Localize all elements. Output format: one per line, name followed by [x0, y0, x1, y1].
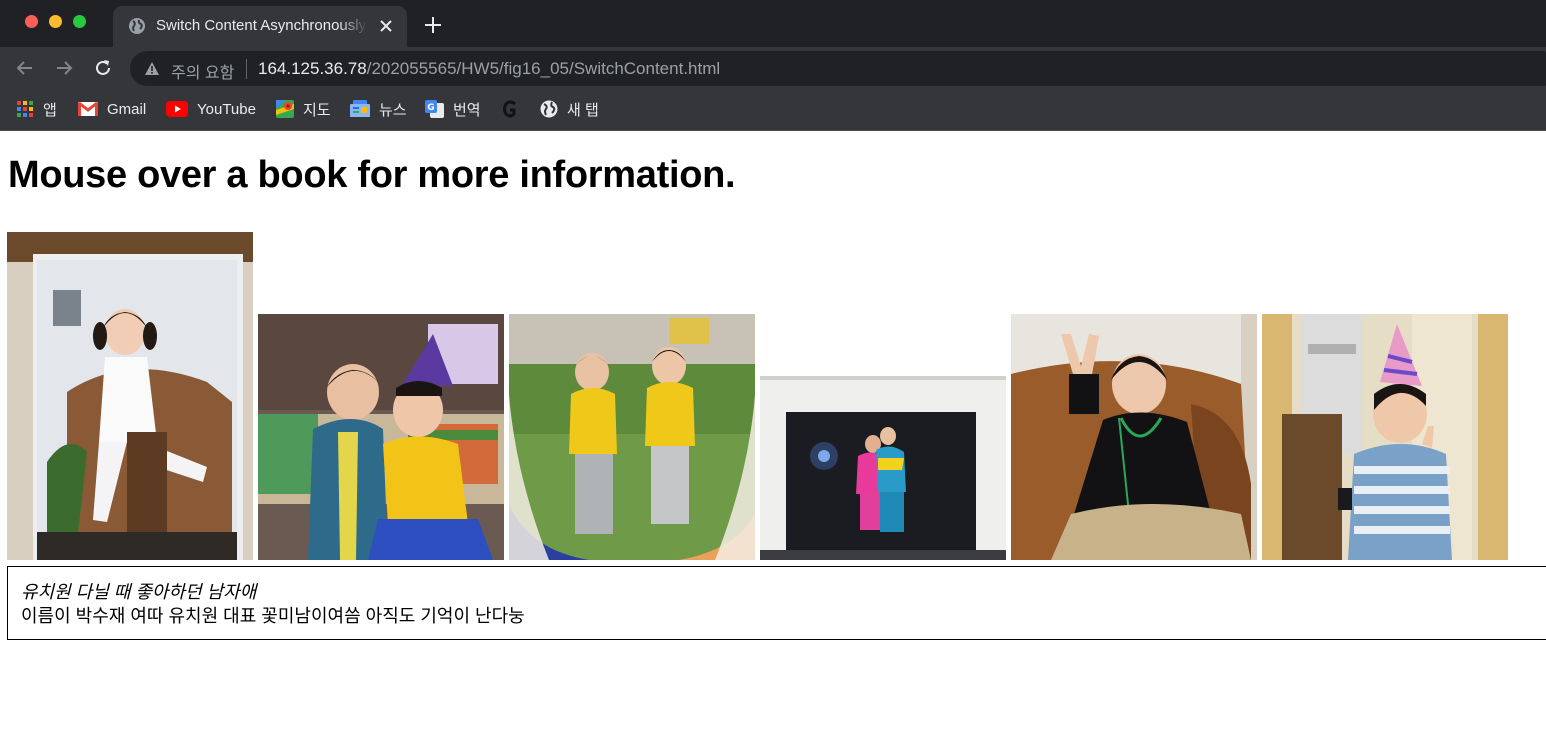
new-tab-plus-icon[interactable] [424, 16, 442, 34]
photo-girl-v-sign[interactable] [1011, 314, 1257, 560]
close-icon[interactable] [378, 18, 394, 34]
tab-title: Switch Content Asynchronously [156, 17, 367, 34]
tab-active[interactable]: Switch Content Asynchronously [113, 6, 407, 47]
warning-icon[interactable] [144, 61, 160, 76]
bookmark-translate[interactable]: G 번역 [425, 99, 481, 119]
info-title: 유치원 다닐 때 좋아하던 남자애 [21, 582, 257, 602]
photo-kids-in-frame[interactable] [760, 376, 1006, 560]
globe-icon [129, 18, 145, 34]
security-label[interactable]: 주의 요함 [171, 59, 234, 83]
minimize-window-button[interactable] [49, 15, 62, 28]
gmail-icon [78, 101, 98, 116]
page-heading: Mouse over a book for more information. [8, 154, 736, 196]
bookmark-label: 새 탭 [567, 101, 599, 119]
globe-icon [540, 100, 558, 118]
bookmark-gmail[interactable]: Gmail [78, 99, 146, 119]
bookmark-maps[interactable]: 지도 [276, 99, 331, 119]
url-path: /202055565/HW5/fig16_05/SwitchContent.ht… [366, 59, 721, 78]
bookmark-label: 뉴스 [379, 101, 407, 119]
photo-two-kids-outdoor[interactable] [509, 314, 755, 560]
translate-icon: G [425, 100, 444, 118]
bookmark-label: YouTube [197, 100, 256, 118]
svg-text:G: G [427, 103, 434, 113]
bookmark-label: 번역 [453, 101, 481, 119]
bookmark-label: 지도 [303, 101, 331, 119]
back-arrow-icon[interactable] [15, 58, 35, 78]
apps-grid-icon [17, 101, 33, 117]
bookmark-g[interactable] [503, 99, 526, 119]
bookmark-label: 앱 [43, 101, 57, 119]
url-host: 164.125.36.78 [258, 59, 367, 78]
close-window-button[interactable] [25, 15, 38, 28]
forward-arrow-icon[interactable] [54, 58, 74, 78]
news-icon [350, 100, 370, 117]
bookmark-label: Gmail [107, 100, 147, 118]
bookmark-youtube[interactable]: YouTube [166, 99, 256, 119]
photo-girl-on-sofa[interactable] [7, 232, 253, 560]
bookmark-news[interactable]: 뉴스 [350, 99, 407, 119]
maps-icon [276, 100, 294, 118]
address-separator [246, 59, 247, 79]
photo-boy-party-hat[interactable] [1262, 314, 1508, 560]
youtube-icon [166, 101, 188, 117]
g-logo-icon [503, 100, 516, 118]
zoom-window-button[interactable] [73, 15, 86, 28]
url-text[interactable]: 164.125.36.78/202055565/HW5/fig16_05/Swi… [258, 59, 720, 79]
info-description: 이름이 박수재 여따 유치원 대표 꽃미남이여씀 아직도 기억이 난다눙 [21, 606, 525, 626]
bookmark-apps[interactable]: 앱 [16, 99, 57, 119]
bookmark-new-tab[interactable]: 새 탭 [540, 99, 599, 119]
photo-two-kids-kiss[interactable] [258, 314, 504, 560]
book-info-box: 유치원 다닐 때 좋아하던 남자애 이름이 박수재 여따 유치원 대표 꽃미남이… [7, 566, 1546, 640]
reload-icon[interactable] [93, 58, 113, 78]
